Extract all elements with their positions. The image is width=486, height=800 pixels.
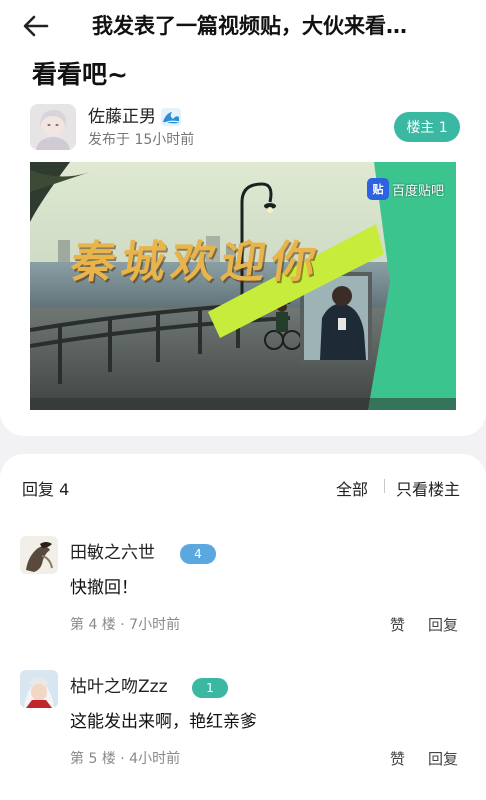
reply-button[interactable]: 回复	[428, 748, 458, 769]
watermark-text: 百度贴吧	[391, 183, 444, 199]
commenter-avatar[interactable]	[20, 670, 58, 708]
comment-text: 快撤回！	[70, 578, 138, 598]
like-button[interactable]: 赞	[390, 614, 405, 635]
video-player[interactable]: 秦城欢迎你 贴 百度贴吧	[30, 162, 456, 410]
reply-button[interactable]: 回复	[428, 614, 458, 635]
publish-time: 发布于 15小时前	[88, 132, 195, 148]
filter-divider	[384, 479, 385, 493]
reply-header: 回复 4 全部 只看楼主	[0, 454, 486, 520]
user-level-badge: 1	[192, 678, 228, 698]
commenter-name[interactable]: 枯叶之吻Zzz	[70, 676, 168, 698]
like-button[interactable]: 赞	[390, 748, 405, 769]
author-name-row: 佐藤正男	[88, 106, 182, 128]
tieba-logo-icon: 贴	[366, 178, 389, 200]
author-row: 佐藤正男 发布于 15小时前 楼主 1	[30, 104, 460, 152]
comment-item: 枯叶之吻Zzz 1 这能发出来啊，艳红亲爹 第 5 楼 · 4小时前 赞 回复	[0, 670, 486, 780]
comments-section: 回复 4 全部 只看楼主 田敏之六世 4 快撤回！ 第 4 楼 · 7小时前 赞…	[0, 454, 486, 800]
commenter-name[interactable]: 田敏之六世	[70, 542, 155, 564]
post-title-continuation: 看看吧~	[32, 60, 128, 89]
reply-count: 回复 4	[22, 480, 70, 499]
nav-bar: 我发表了一篇视频贴，大伙来看…	[0, 0, 486, 52]
filter-op-only-button[interactable]: 只看楼主	[396, 476, 460, 500]
tieba-watermark: 贴 百度贴吧	[366, 178, 444, 200]
filter-all-button[interactable]: 全部	[336, 476, 368, 500]
comment-item: 田敏之六世 4 快撤回！ 第 4 楼 · 7小时前 赞 回复	[0, 536, 486, 646]
post-card: 我发表了一篇视频贴，大伙来看… 看看吧~ 佐藤正男 发布于 15小时前 楼主 1…	[0, 0, 486, 436]
author-name[interactable]: 佐藤正男	[88, 106, 156, 128]
comment-meta: 第 5 楼 · 4小时前	[70, 751, 181, 767]
author-avatar[interactable]	[30, 104, 76, 150]
comment-meta: 第 4 楼 · 7小时前	[70, 617, 181, 633]
video-overlay-text: 秦城欢迎你	[67, 237, 325, 288]
commenter-avatar[interactable]	[20, 536, 58, 574]
back-button[interactable]	[18, 10, 54, 42]
op-floor-badge: 楼主 1	[394, 112, 460, 142]
arrow-left-icon	[23, 15, 49, 37]
comment-text: 这能发出来啊，艳红亲爹	[70, 712, 257, 732]
page-title: 我发表了一篇视频贴，大伙来看…	[92, 14, 407, 38]
user-level-badge: 4	[180, 544, 216, 564]
wave-icon	[160, 107, 182, 127]
